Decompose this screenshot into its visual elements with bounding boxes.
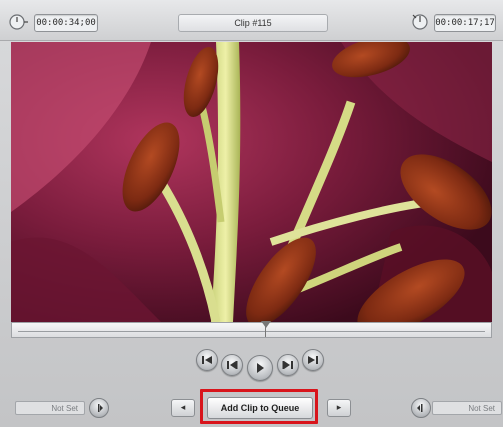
current-timecode-icon xyxy=(412,14,428,30)
viewer-header-bar: 00:00:34;00 Clip #115 00:00:17;17 xyxy=(0,0,503,41)
left-arrow-icon: ◂ xyxy=(180,403,186,413)
playhead-handle[interactable] xyxy=(261,321,271,328)
in-point-field[interactable]: Not Set xyxy=(15,401,85,415)
mark-in-icon xyxy=(98,404,103,412)
current-timecode-field[interactable]: 00:00:17;17 xyxy=(434,14,496,32)
add-clip-to-queue-button[interactable]: Add Clip to Queue xyxy=(207,397,313,419)
previous-clip-button[interactable]: ◂ xyxy=(171,399,195,417)
skip-back-icon xyxy=(202,356,212,364)
go-to-start-button[interactable] xyxy=(196,349,218,371)
step-forward-icon xyxy=(282,361,293,369)
skip-forward-icon xyxy=(308,356,318,364)
out-point-field[interactable]: Not Set xyxy=(432,401,502,415)
mark-in-button[interactable] xyxy=(89,398,109,418)
transport-controls xyxy=(192,344,328,381)
mark-out-button[interactable] xyxy=(411,398,431,418)
play-button[interactable] xyxy=(247,355,273,381)
timeline-scrubber[interactable] xyxy=(11,321,492,338)
next-clip-button[interactable]: ▸ xyxy=(327,399,351,417)
scrubber-track xyxy=(18,331,485,332)
right-arrow-icon: ▸ xyxy=(336,403,342,413)
step-forward-button[interactable] xyxy=(277,354,299,376)
duration-timecode-field[interactable]: 00:00:34;00 xyxy=(34,14,98,32)
clip-viewer-window: 00:00:34;00 Clip #115 00:00:17;17 Not Se… xyxy=(0,0,503,427)
step-back-icon xyxy=(227,361,238,369)
timecode-duration-icon xyxy=(9,14,28,30)
clip-title: Clip #115 xyxy=(178,14,328,32)
lily-stamens-image xyxy=(11,42,492,322)
mark-out-icon xyxy=(417,404,423,412)
video-preview-frame[interactable] xyxy=(11,42,492,322)
play-icon xyxy=(257,363,264,373)
go-to-end-button[interactable] xyxy=(302,349,324,371)
step-back-button[interactable] xyxy=(221,354,243,376)
